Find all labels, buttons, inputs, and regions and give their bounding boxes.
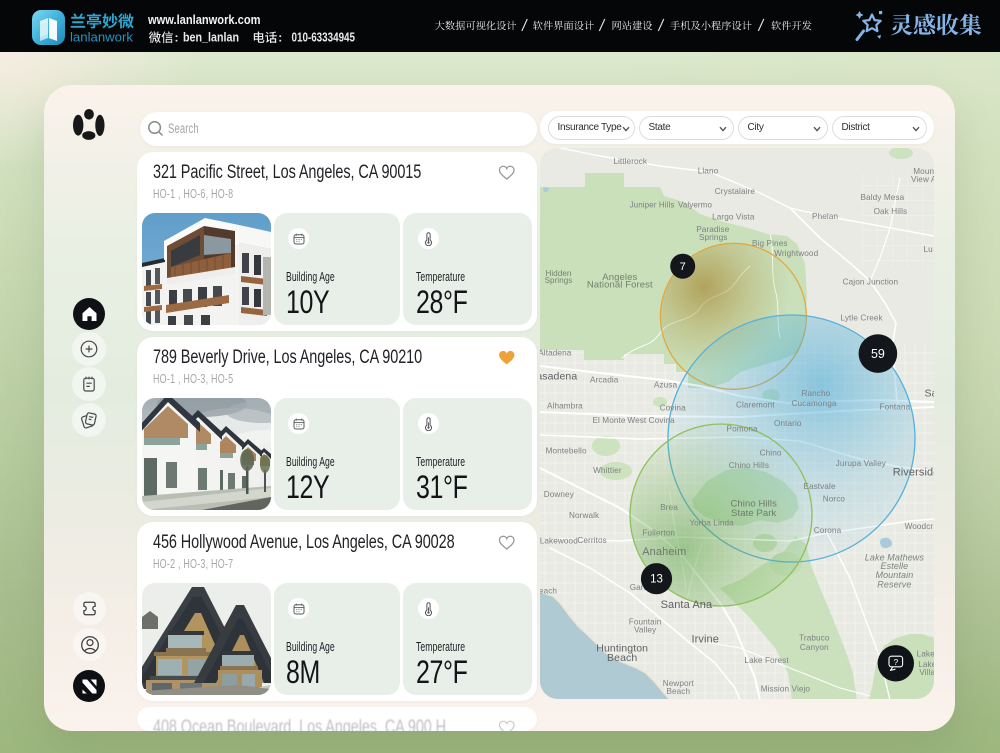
svg-text:59: 59 [870,347,884,361]
svg-text:Crystalaire: Crystalaire [714,187,755,196]
svg-text:Mission Viejo: Mission Viejo [760,684,810,693]
svg-text:Juniper Hills: Juniper Hills [629,200,674,209]
svg-text:010-63334945: 010-63334945 [292,31,356,45]
svg-text:www.lanlanwork.com: www.lanlanwork.com [147,12,260,27]
svg-text:Lu: Lu [923,245,933,254]
svg-text:Cajon Junction: Cajon Junction [842,277,898,286]
svg-text:Lake: Lake [916,649,934,658]
svg-text:Riverside: Riverside [892,466,934,478]
svg-text:ben_lanlan: ben_lanlan [183,31,239,45]
svg-text:Big Pines: Big Pines [752,239,788,248]
svg-text:Downey: Downey [543,490,574,499]
svg-text:lanlanwork: lanlanwork [70,30,133,45]
svg-text:Brea: Brea [660,503,678,512]
svg-text:Phelan: Phelan [812,212,838,221]
svg-text::: : [175,31,179,45]
svg-text:Baldy Mesa: Baldy Mesa [860,193,904,202]
svg-text:Valley: Valley [633,625,656,634]
svg-text:Woodcr: Woodcr [904,522,933,531]
svg-text:Lake Forest: Lake Forest [744,656,789,665]
svg-text:Pomona: Pomona [726,424,757,433]
svg-text:Santa Ana: Santa Ana [660,599,712,611]
svg-text:Montebello: Montebello [545,446,586,455]
svg-text:Altadena: Altadena [540,348,572,357]
svg-text:Chino: Chino [759,448,781,457]
svg-text:Springs: Springs [544,276,572,285]
svg-text::: : [278,31,282,45]
svg-text:Beach: Beach [666,687,690,696]
svg-text:Norco: Norco [822,494,845,503]
svg-text:Covina: Covina [659,403,685,412]
svg-text:Valyermo: Valyermo [678,200,712,209]
svg-text:West Covina: West Covina [627,416,675,425]
svg-text:Largo Vista: Largo Vista [712,212,755,221]
svg-text:Fontana: Fontana [879,403,910,412]
svg-text:Chino Hills: Chino Hills [728,461,768,470]
svg-text:Whittier: Whittier [593,466,622,475]
svg-text:Llano: Llano [697,166,718,175]
svg-text:El Monte: El Monte [592,416,625,425]
svg-text:Jurupa Valley: Jurupa Valley [835,459,886,468]
svg-text:?: ? [893,657,898,667]
svg-text:13: 13 [650,574,663,586]
svg-text:Eastvale: Eastvale [803,482,836,491]
svg-text:Reserve: Reserve [877,580,911,590]
svg-text:Oak Hills: Oak Hills [873,207,907,216]
svg-text:Norwalk: Norwalk [568,511,599,520]
svg-text:Corona: Corona [813,526,841,535]
svg-text:Fullerton: Fullerton [642,529,675,538]
svg-text:Ontario: Ontario [774,419,802,428]
svg-text:Anaheim: Anaheim [642,546,686,558]
svg-text:View A: View A [910,175,934,184]
svg-text:Rancho: Rancho [801,389,830,398]
svg-text:Cucamonga: Cucamonga [791,399,836,408]
svg-text:Trabuco: Trabuco [799,633,830,642]
svg-text:Villa: Villa [919,668,934,677]
svg-text:State Park: State Park [731,508,777,519]
svg-text:Lakewood: Lakewood [540,537,578,546]
svg-text:Cerritos: Cerritos [577,536,606,545]
svg-text:Beach: Beach [607,652,637,664]
svg-text:Claremont: Claremont [735,401,774,410]
svg-text:Springs: Springs [698,233,726,242]
svg-text:each: each [540,586,557,595]
svg-text:Alhambra: Alhambra [546,401,582,410]
svg-text:asadena: asadena [540,370,577,382]
svg-text:Sa: Sa [924,388,934,400]
svg-text:National Forest: National Forest [586,279,652,290]
svg-text:Wrightwood: Wrightwood [774,249,818,258]
svg-text:Irvine: Irvine [691,633,719,645]
svg-text:Yorba Linda: Yorba Linda [689,519,734,528]
svg-text:Lytle Creek: Lytle Creek [840,313,883,322]
svg-text:Canyon: Canyon [799,643,828,652]
svg-text:7: 7 [679,261,685,273]
svg-text:Azusa: Azusa [653,380,677,389]
svg-text:Littlerock: Littlerock [613,157,648,166]
svg-text:Arcadia: Arcadia [589,376,618,385]
